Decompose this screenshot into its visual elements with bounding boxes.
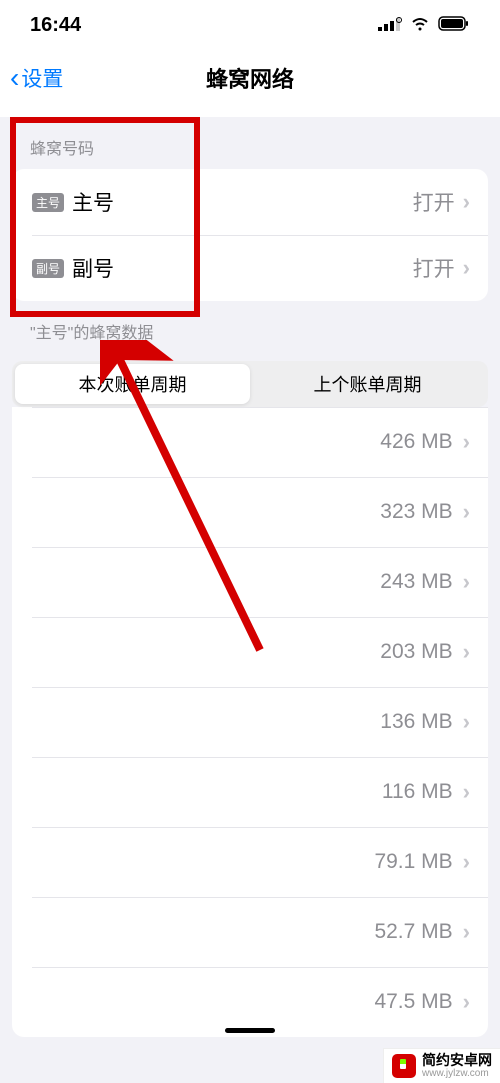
chevron-right-icon: › [463, 569, 470, 595]
sim-badge: 副号 [32, 259, 64, 278]
chevron-right-icon: › [463, 779, 470, 805]
chevron-right-icon: › [463, 499, 470, 525]
wifi-icon [410, 14, 430, 37]
usage-row[interactable]: 323 MB › [12, 477, 488, 547]
tab-previous-cycle[interactable]: 上个账单周期 [250, 364, 485, 404]
usage-value: 203 MB [380, 640, 452, 664]
watermark-url: www.jylzw.com [422, 1068, 492, 1079]
chevron-right-icon: › [463, 919, 470, 945]
chevron-right-icon: › [463, 429, 470, 455]
usage-row[interactable]: 52.7 MB › [12, 897, 488, 967]
usage-value: 426 MB [380, 430, 452, 454]
chevron-right-icon: › [463, 989, 470, 1015]
usage-row[interactable]: 203 MB › [12, 617, 488, 687]
section-header-sim: 蜂窝号码 [0, 117, 500, 169]
usage-row[interactable]: 243 MB › [12, 547, 488, 617]
usage-row[interactable]: 426 MB › [12, 407, 488, 477]
signal-icon [378, 14, 402, 37]
chevron-right-icon: › [463, 255, 470, 281]
status-bar: 16:44 [0, 0, 500, 50]
sim-badge: 主号 [32, 193, 64, 212]
usage-value: 136 MB [380, 710, 452, 734]
sim-status: 打开 [413, 187, 455, 217]
tab-current-cycle[interactable]: 本次账单周期 [15, 364, 250, 404]
back-label: 设置 [21, 63, 63, 93]
watermark: 简约安卓网 www.jylzw.com [383, 1048, 500, 1083]
nav-bar: ‹ 设置 蜂窝网络 [0, 50, 500, 105]
home-indicator [225, 1028, 275, 1033]
sim-list: 主号 主号 打开 › 副号 副号 打开 › [12, 169, 488, 301]
usage-row[interactable]: 79.1 MB › [12, 827, 488, 897]
usage-list: 426 MB › 323 MB › 243 MB › 203 MB › 136 … [12, 407, 488, 1037]
usage-value: 243 MB [380, 570, 452, 594]
usage-value: 47.5 MB [374, 990, 452, 1014]
sim-primary[interactable]: 主号 主号 打开 › [12, 169, 488, 235]
usage-value: 79.1 MB [374, 850, 452, 874]
chevron-right-icon: › [463, 709, 470, 735]
watermark-icon [392, 1054, 416, 1078]
section-header-data: "主号"的蜂窝数据 [0, 301, 500, 353]
sim-status: 打开 [413, 253, 455, 283]
usage-row[interactable]: 136 MB › [12, 687, 488, 757]
page-title: 蜂窝网络 [206, 62, 294, 94]
chevron-right-icon: › [463, 849, 470, 875]
chevron-right-icon: › [463, 189, 470, 215]
back-button[interactable]: ‹ 设置 [0, 62, 63, 94]
usage-value: 52.7 MB [374, 920, 452, 944]
status-icons [378, 14, 470, 37]
status-time: 16:44 [30, 14, 81, 37]
usage-value: 116 MB [382, 780, 453, 804]
sim-label: 主号 [72, 187, 413, 217]
battery-icon [438, 14, 470, 37]
billing-tabs: 本次账单周期 上个账单周期 [12, 361, 488, 407]
sim-label: 副号 [72, 253, 413, 283]
chevron-right-icon: › [463, 639, 470, 665]
chevron-left-icon: ‹ [10, 62, 19, 94]
usage-value: 323 MB [380, 500, 452, 524]
usage-row[interactable]: 116 MB › [12, 757, 488, 827]
sim-secondary[interactable]: 副号 副号 打开 › [12, 235, 488, 301]
watermark-title: 简约安卓网 [422, 1053, 492, 1068]
usage-row[interactable]: 47.5 MB › [12, 967, 488, 1037]
